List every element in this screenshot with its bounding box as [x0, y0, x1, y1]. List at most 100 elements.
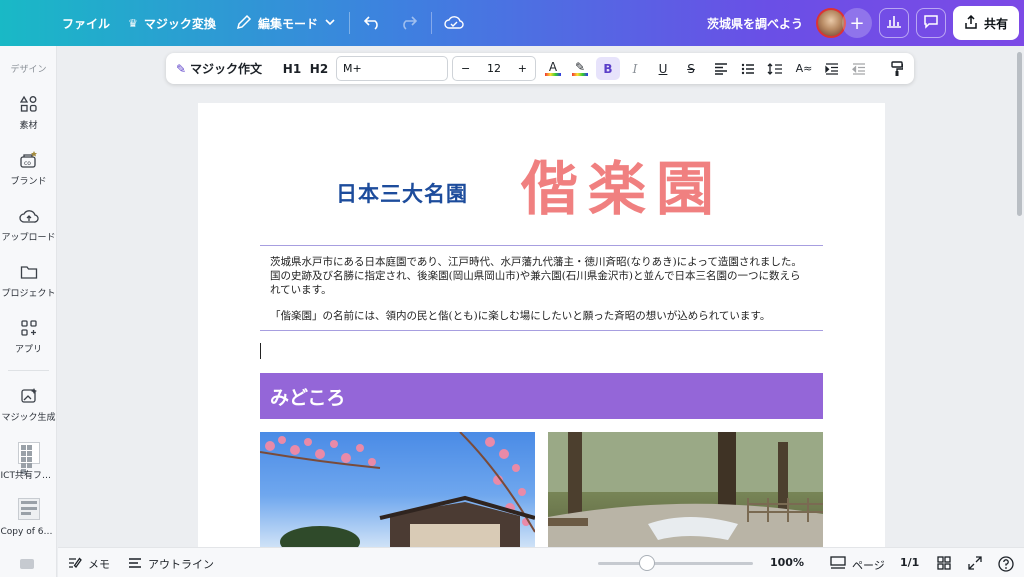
- sidebar-item-ict-folder[interactable]: ICT共有フォ…: [0, 442, 57, 481]
- chevron-down-icon: [324, 16, 336, 31]
- menu-icon[interactable]: [20, 15, 36, 23]
- cloud-upload-icon: [18, 206, 39, 226]
- text-format-toolbar: ✎ マジック作文 H1 H2 M+ − 12 + A ✎ B I U S A≈: [166, 53, 914, 84]
- vertical-scrollbar[interactable]: [1017, 52, 1022, 216]
- intro-paragraph[interactable]: 茨城県水戸市にある日本庭園であり、江戸時代、水戸藩九代藩主・徳川斉昭(なりあき)…: [270, 255, 810, 297]
- paint-format-icon[interactable]: [886, 57, 908, 80]
- undo-icon[interactable]: [364, 14, 382, 30]
- section-banner[interactable]: みどころ: [260, 373, 823, 419]
- fullscreen-icon[interactable]: [968, 556, 982, 570]
- top-bar: ファイル ♛ マジック変換 編集モード 茨城県を調べよう + 共有: [0, 0, 1024, 46]
- crown-icon: ♛: [128, 17, 138, 30]
- sidebar-item-label: Copy of 6年…: [0, 527, 57, 537]
- zoom-value: 100%: [770, 556, 804, 569]
- sidebar-item-magic-media[interactable]: マジック生成: [0, 386, 57, 423]
- folder-thumbnail: [17, 442, 40, 474]
- bar-chart-icon: [886, 14, 902, 32]
- underline-button[interactable]: U: [652, 57, 674, 80]
- indent-increase-icon[interactable]: [821, 57, 843, 80]
- brand-kit-icon: co: [19, 150, 39, 170]
- heading1-button[interactable]: H1: [281, 57, 303, 80]
- cloud-saved-icon[interactable]: [444, 14, 464, 30]
- sidebar-item-apps[interactable]: アプリ: [0, 318, 57, 355]
- magic-wand-icon: ✎: [175, 61, 187, 76]
- zoom-level[interactable]: 100%: [770, 556, 804, 569]
- share-button[interactable]: 共有: [953, 6, 1019, 40]
- comments-button[interactable]: [916, 8, 946, 38]
- text-effects-glyph: A≈: [795, 62, 813, 75]
- line-spacing-icon[interactable]: [764, 57, 786, 80]
- pages-button[interactable]: ページ: [830, 556, 885, 573]
- edit-mode-dropdown[interactable]: 編集モード: [236, 14, 336, 33]
- notes-icon: [68, 556, 82, 572]
- highlight-color-button[interactable]: ✎: [569, 57, 591, 80]
- font-size-decrease[interactable]: −: [461, 62, 470, 75]
- share-label: 共有: [983, 16, 1008, 31]
- notes-button[interactable]: メモ: [68, 556, 110, 572]
- redo-icon[interactable]: [399, 14, 417, 30]
- help-icon[interactable]: [998, 556, 1014, 572]
- sidebar-more-icon[interactable]: [20, 559, 34, 569]
- align-left-icon[interactable]: [710, 57, 732, 80]
- sidebar-item-projects[interactable]: プロジェクト: [0, 262, 57, 299]
- magic-switch-button[interactable]: ♛ マジック変換: [128, 15, 216, 32]
- highlighter-icon: ✎: [574, 60, 586, 74]
- top-rule: [260, 245, 823, 246]
- sidebar-divider: [8, 370, 49, 371]
- divider: [431, 12, 432, 34]
- pages-label: ページ: [852, 558, 885, 572]
- sidebar-item-label: アプリ: [14, 345, 42, 355]
- font-family-value: M+: [343, 62, 362, 75]
- document-title-text: 茨城県を調べよう: [707, 17, 804, 31]
- plum-blossom-photo[interactable]: [260, 432, 535, 547]
- folder-icon: [19, 262, 39, 282]
- bold-button[interactable]: B: [596, 57, 620, 80]
- sidebar-item-uploads[interactable]: アップロード: [0, 206, 57, 243]
- magic-write-button[interactable]: ✎ マジック作文: [174, 57, 264, 80]
- page-counter[interactable]: 1/1: [900, 556, 919, 569]
- bullet-list-icon[interactable]: [737, 57, 759, 80]
- heading2-label: H2: [309, 61, 329, 76]
- indent-decrease-icon[interactable]: [848, 57, 870, 80]
- insights-button[interactable]: [879, 8, 909, 38]
- heading2-button[interactable]: H2: [308, 57, 330, 80]
- magic-image-icon: [19, 386, 39, 406]
- add-collaborator-button[interactable]: +: [842, 8, 872, 38]
- document-title[interactable]: 茨城県を調べよう: [707, 15, 803, 32]
- strikethrough-button[interactable]: S: [680, 57, 702, 80]
- sidebar-heading[interactable]: デザイン: [0, 62, 57, 75]
- comment-icon: [923, 13, 939, 33]
- italic-button[interactable]: I: [624, 57, 646, 80]
- font-size-increase[interactable]: +: [518, 62, 527, 75]
- japan-three-gardens-logo[interactable]: 日本三大名園: [336, 178, 468, 208]
- font-family-select[interactable]: M+: [336, 56, 448, 81]
- sidebar-item-label: マジック生成: [1, 413, 56, 423]
- page-counter-value: 1/1: [900, 556, 920, 569]
- name-origin-paragraph[interactable]: 「偕楽園」の名前には、領内の民と偕(とも)に楽しむ場にしたいと願った斉昭の想いが…: [270, 309, 810, 323]
- text-effects-icon[interactable]: A≈: [792, 57, 816, 80]
- grid-view-icon[interactable]: [937, 556, 951, 570]
- zoom-slider-handle[interactable]: [639, 555, 655, 571]
- sidebar-item-copy-6th-grade[interactable]: Copy of 6年…: [0, 498, 57, 537]
- divider: [349, 12, 350, 34]
- garden-path-photo[interactable]: [548, 432, 823, 547]
- text-color-button[interactable]: A: [542, 57, 564, 80]
- font-size-value[interactable]: 12: [487, 62, 501, 75]
- bottom-rule: [260, 330, 823, 331]
- kairakuen-title[interactable]: 偕楽園: [520, 160, 724, 218]
- sidebar-item-label: 素材: [19, 121, 38, 131]
- sidebar-item-brand[interactable]: co ブランド: [0, 150, 57, 187]
- text-color-icon: A: [548, 60, 558, 74]
- magic-switch-label: マジック変換: [143, 17, 216, 31]
- zoom-slider-track[interactable]: [598, 562, 753, 565]
- upload-icon: [964, 14, 978, 32]
- color-swatch: [572, 73, 588, 76]
- outline-button[interactable]: アウトライン: [128, 556, 214, 572]
- apps-grid-icon: [19, 318, 39, 338]
- underline-label: U: [658, 61, 668, 76]
- sidebar-item-elements[interactable]: 素材: [0, 94, 57, 131]
- file-menu[interactable]: ファイル: [62, 15, 110, 32]
- section-title: みどころ: [270, 386, 346, 409]
- font-size-stepper[interactable]: − 12 +: [452, 56, 536, 81]
- svg-text:co: co: [24, 160, 31, 167]
